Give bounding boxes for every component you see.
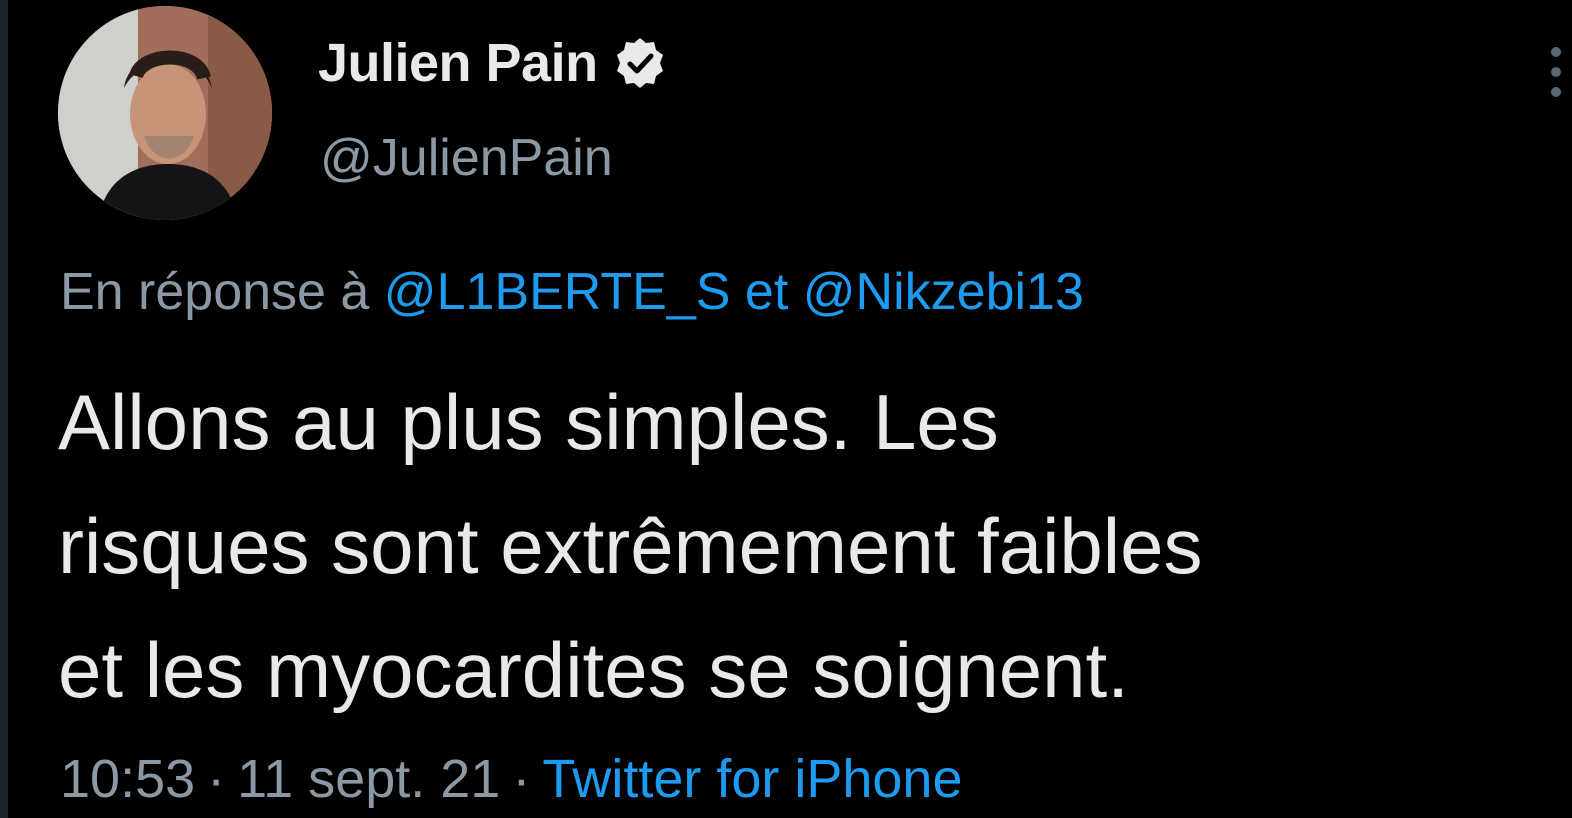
meta-separator: · [207,749,226,809]
reply-prefix: En réponse à [60,263,370,321]
verified-badge-icon [612,35,668,91]
avatar-photo [58,6,272,220]
user-handle[interactable]: @JulienPain [320,128,613,188]
meta-separator: · [512,749,531,809]
tweet-date[interactable]: 11 sept. 21 [237,749,500,809]
left-edge-border [0,0,8,818]
reply-mention-2[interactable]: @Nikzebi13 [803,263,1084,321]
tweet-text-line: risques sont extrêmement faibles [58,502,1203,590]
reply-context: En réponse à @L1BERTE_S et @Nikzebi13 [60,262,1084,322]
avatar[interactable] [58,6,272,220]
display-name-row: Julien Pain [318,28,668,98]
tweet-meta: 10:53 · 11 sept. 21 · Twitter for iPhone [60,748,963,810]
tweet-card: Julien Pain @JulienPain En réponse à @L1… [0,0,1572,818]
reply-joiner: et [744,263,789,321]
tweet-source-link[interactable]: Twitter for iPhone [542,749,962,809]
tweet-text-line: et les myocardites se soignent. [58,626,1129,714]
display-name[interactable]: Julien Pain [318,32,598,94]
more-options-icon[interactable] [1540,40,1572,110]
tweet-text-line: Allons au plus simples. Les [58,378,999,466]
tweet-text: Allons au plus simples. Les risques sont… [58,360,1548,732]
reply-mention-1[interactable]: @L1BERTE_S [384,263,731,321]
tweet-time[interactable]: 10:53 [60,749,195,809]
